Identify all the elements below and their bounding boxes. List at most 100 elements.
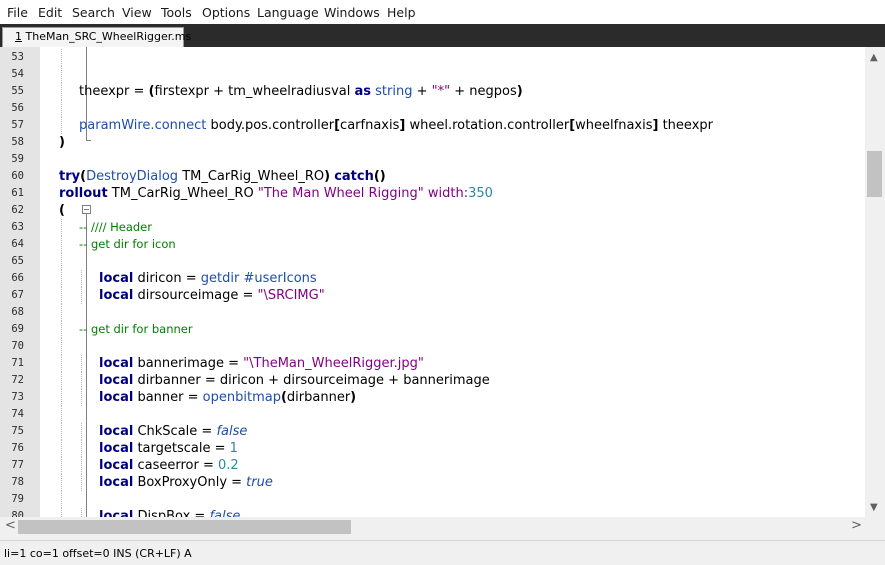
- indent-guide: [61, 117, 62, 134]
- menu-edit[interactable]: Edit: [38, 5, 62, 20]
- line-number: 71: [11, 357, 24, 369]
- code-token: as: [354, 84, 371, 99]
- code-line[interactable]: 78 local BoxProxyOnly = true: [0, 474, 865, 491]
- code-text: local banner = openbitmap(dirbanner): [99, 389, 356, 406]
- code-token: ): [350, 390, 357, 405]
- line-number: 54: [11, 68, 24, 80]
- code-line[interactable]: 73 local banner = openbitmap(dirbanner): [0, 389, 865, 406]
- scroll-left-icon[interactable]: <: [5, 519, 16, 532]
- code-token: TM_CarRig_Wheel_RO: [107, 186, 258, 201]
- menu-language[interactable]: Language: [257, 5, 319, 20]
- code-line[interactable]: 56: [0, 100, 865, 117]
- menu-file[interactable]: File: [7, 5, 28, 20]
- code-token: DestroyDialog: [86, 169, 179, 184]
- tab-file[interactable]: 1 TheMan_SRC_WheelRigger.ms: [2, 27, 191, 47]
- indent-guide: [81, 423, 82, 440]
- code-token: local: [99, 288, 134, 303]
- horizontal-scroll-thumb[interactable]: [18, 520, 351, 534]
- indent-guide: [61, 270, 62, 287]
- code-line[interactable]: 68: [0, 304, 865, 321]
- code-token: local: [99, 475, 134, 490]
- scroll-right-icon[interactable]: >: [851, 519, 862, 532]
- line-number: 70: [11, 340, 24, 352]
- code-line[interactable]: 64 -- get dir for icon: [0, 236, 865, 253]
- code-token: getdir: [200, 271, 240, 286]
- code-line[interactable]: 71 local bannerimage = "\TheMan_WheelRigg…: [0, 355, 865, 372]
- code-line[interactable]: 76 local targetscale = 1: [0, 440, 865, 457]
- code-token: paramWire.connect: [79, 118, 207, 133]
- vertical-scroll-thumb[interactable]: [867, 151, 882, 197]
- code-token: (): [373, 169, 386, 184]
- code-line[interactable]: 63 -- //// Header: [0, 219, 865, 236]
- vertical-scrollbar[interactable]: ▲ ▼: [865, 47, 885, 517]
- code-line[interactable]: 66 local diricon = getdir #userIcons: [0, 270, 865, 287]
- code-line[interactable]: 53: [0, 49, 865, 66]
- code-text: -- get dir for icon: [79, 236, 176, 253]
- menu-help[interactable]: Help: [387, 5, 416, 20]
- menu-options[interactable]: Options: [202, 5, 250, 20]
- code-line[interactable]: 79: [0, 491, 865, 508]
- code-text: local caseerror = 0.2: [99, 457, 239, 474]
- code-token: openbitmap: [202, 390, 281, 405]
- tab-bar: 1 TheMan_SRC_WheelRigger.ms: [0, 24, 885, 47]
- code-line[interactable]: 69 -- get dir for banner: [0, 321, 865, 338]
- code-text: local ChkScale = false: [99, 423, 247, 440]
- indent-guide: [81, 457, 82, 474]
- code-line[interactable]: 61 rollout TM_CarRig_Wheel_RO "The Man Wh…: [0, 185, 865, 202]
- code-line[interactable]: 77 local caseerror = 0.2: [0, 457, 865, 474]
- code-line[interactable]: 72 local dirbanner = diricon + dirsourcei…: [0, 372, 865, 389]
- horizontal-scrollbar[interactable]: < >: [0, 517, 865, 537]
- line-number: 57: [11, 119, 24, 131]
- line-number: 75: [11, 425, 24, 437]
- code-token: TM_CarRig_Wheel_RO: [178, 169, 325, 184]
- indent-guide: [61, 253, 62, 270]
- code-token: local: [99, 390, 134, 405]
- scroll-down-icon[interactable]: ▼: [870, 503, 878, 513]
- code-line[interactable]: 70: [0, 338, 865, 355]
- code-line[interactable]: 67 local dirsourceimage = "\SRCIMG": [0, 287, 865, 304]
- code-line[interactable]: 80 local DispBox = false: [0, 508, 865, 517]
- code-token: try: [59, 169, 81, 184]
- scroll-up-icon[interactable]: ▲: [870, 53, 878, 63]
- code-line[interactable]: 58): [0, 134, 865, 151]
- indent-guide: [61, 440, 62, 457]
- code-token: 0.2: [217, 458, 239, 473]
- line-number: 53: [11, 51, 24, 63]
- code-line[interactable]: 62 (: [0, 202, 865, 219]
- code-line[interactable]: 75 local ChkScale = false: [0, 423, 865, 440]
- indent-guide: [61, 219, 62, 236]
- indent-guide: [61, 321, 62, 338]
- code-token: catch: [334, 169, 374, 184]
- line-number: 72: [11, 374, 24, 386]
- indent-guide: [61, 83, 62, 100]
- scrollbar-corner: [865, 517, 885, 537]
- menu-windows[interactable]: Windows: [324, 5, 380, 20]
- code-line[interactable]: 60 try(DestroyDialog TM_CarRig_Wheel_RO) …: [0, 168, 865, 185]
- code-token: 1: [229, 441, 238, 456]
- code-line[interactable]: 59: [0, 151, 865, 168]
- code-line[interactable]: 74: [0, 406, 865, 423]
- code-line[interactable]: 65: [0, 253, 865, 270]
- code-token: local: [99, 271, 134, 286]
- indent-guide: [61, 236, 62, 253]
- menu-search[interactable]: Search: [72, 5, 115, 20]
- code-token: "\TheMan_WheelRigger.jpg": [243, 356, 424, 371]
- indent-guide: [61, 508, 62, 517]
- indent-guide: [61, 100, 62, 117]
- code-line[interactable]: 54: [0, 66, 865, 83]
- code-token: local: [99, 458, 134, 473]
- menu-view[interactable]: View: [122, 5, 152, 20]
- code-line[interactable]: 55 theexpr = (firstexpr + tm_wheelradiusv…: [0, 83, 865, 100]
- code-token: false: [209, 509, 241, 517]
- indent-guide: [61, 474, 62, 491]
- code-line[interactable]: 57 paramWire.connect body.pos.controller[…: [0, 117, 865, 134]
- line-number: 60: [11, 170, 24, 182]
- code-token: ChkScale =: [133, 424, 217, 439]
- indent-guide: [81, 372, 82, 389]
- indent-guide: [81, 270, 82, 287]
- indent-guide: [61, 389, 62, 406]
- status-bar: li=1 co=1 offset=0 INS (CR+LF) A: [0, 540, 885, 565]
- indent-guide: [61, 406, 62, 423]
- code-editor[interactable]: 53 54 55 theexpr = (firstexpr + tm_wheelrad…: [0, 47, 885, 517]
- menu-tools[interactable]: Tools: [161, 5, 192, 20]
